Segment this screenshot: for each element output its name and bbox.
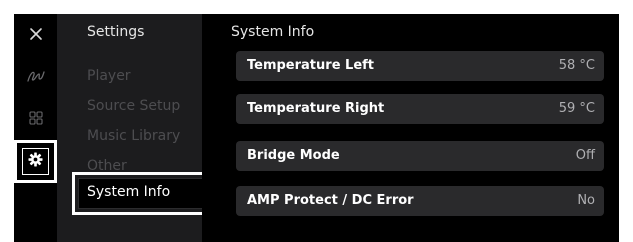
info-label: Bridge Mode (247, 148, 340, 163)
menu-title: Settings (87, 24, 145, 40)
info-value: No (577, 193, 595, 208)
system-info-panel: System Info Temperature Left 58 °C Tempe… (202, 14, 619, 242)
menu-item-music-library[interactable]: Music Library (87, 128, 180, 144)
icon-rail (14, 14, 57, 242)
info-row-temperature-right: Temperature Right 59 °C (236, 94, 604, 124)
settings-menu: Settings Player Source Setup Music Libra… (57, 14, 209, 242)
menu-item-system-info[interactable]: System Info (72, 172, 209, 215)
menu-item-source-setup[interactable]: Source Setup (87, 98, 180, 114)
info-label: Temperature Right (247, 101, 385, 116)
close-icon[interactable] (14, 24, 57, 44)
menu-item-player[interactable]: Player (87, 68, 131, 84)
signature-icon[interactable] (14, 66, 57, 86)
info-label: AMP Protect / DC Error (247, 193, 414, 208)
page-title: System Info (231, 24, 315, 40)
settings-button[interactable] (14, 140, 57, 183)
menu-item-label: System Info (87, 184, 171, 200)
info-value: 58 °C (558, 58, 595, 73)
info-row-amp-protect: AMP Protect / DC Error No (236, 186, 604, 216)
info-row-bridge-mode: Bridge Mode Off (236, 141, 604, 171)
info-value: 59 °C (558, 101, 595, 116)
info-row-temperature-left: Temperature Left 58 °C (236, 51, 604, 81)
grid-icon[interactable] (14, 108, 57, 128)
gear-icon (28, 152, 43, 171)
info-label: Temperature Left (247, 58, 375, 73)
info-value: Off (575, 148, 595, 163)
app-window: Settings Player Source Setup Music Libra… (14, 14, 619, 242)
